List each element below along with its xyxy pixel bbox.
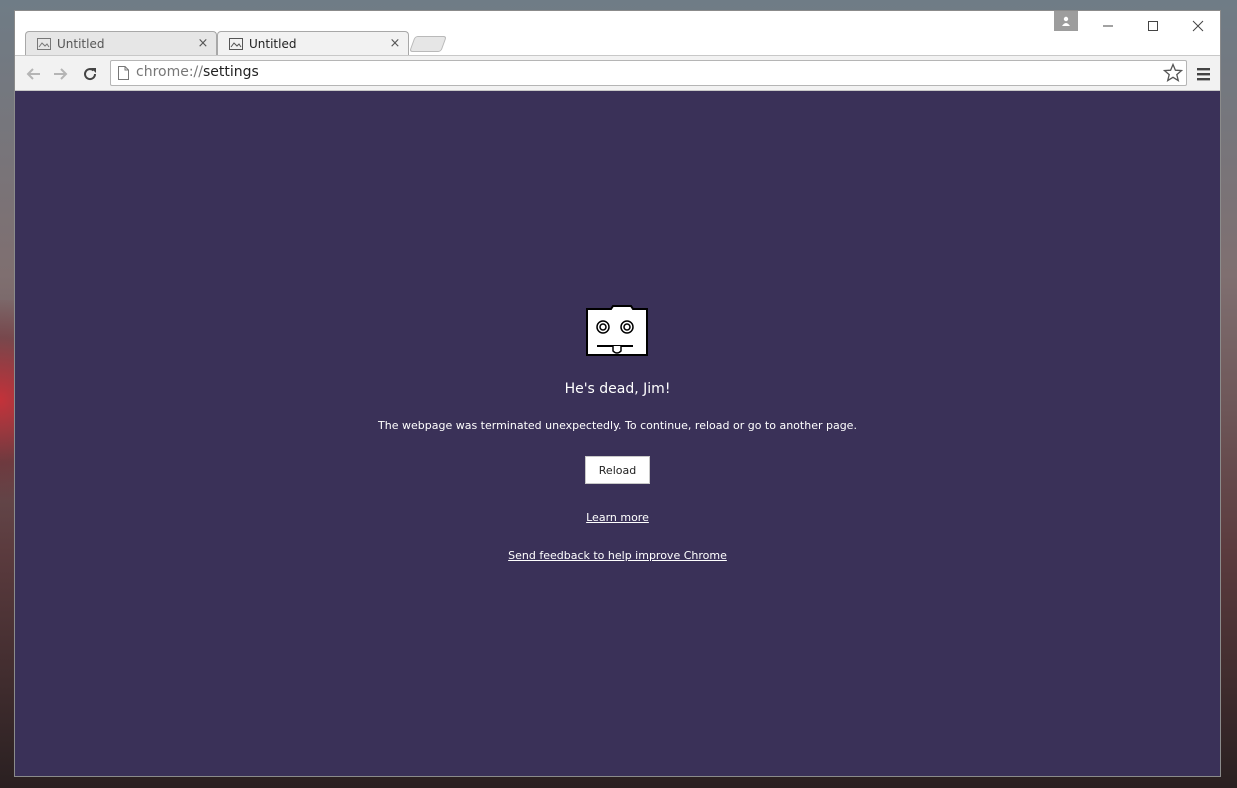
reload-button[interactable] (79, 63, 101, 85)
reload-icon (84, 68, 97, 81)
new-tab-button[interactable] (409, 36, 447, 52)
image-favicon-icon (229, 37, 243, 50)
browser-toolbar: chrome://settings (15, 55, 1220, 91)
learn-more-link[interactable]: Learn more (586, 511, 649, 524)
person-icon (1062, 16, 1070, 26)
maximize-button[interactable] (1130, 13, 1176, 39)
star-icon[interactable] (1163, 63, 1183, 83)
browser-window: Untitled × Untitled × chrome://settings … (14, 10, 1221, 777)
close-icon (1192, 20, 1204, 32)
url-host: settings (203, 64, 259, 80)
crash-page: He's dead, Jim! The webpage was terminat… (15, 91, 1220, 776)
profile-avatar-icon[interactable] (1054, 11, 1078, 31)
minimize-button[interactable] (1085, 13, 1131, 39)
dead-face-icon (586, 305, 648, 356)
title-bar: Untitled × Untitled × (15, 11, 1220, 55)
tab-untitled-2[interactable]: Untitled × (217, 31, 409, 55)
feedback-link-row: Send feedback to help improve Chrome (15, 549, 1220, 562)
hamburger-menu-icon[interactable] (1195, 65, 1213, 83)
image-favicon-icon (37, 37, 51, 50)
crash-message: The webpage was terminated unexpectedly.… (378, 419, 857, 432)
tab-label: Untitled (57, 36, 105, 51)
close-window-button[interactable] (1175, 13, 1220, 39)
minimize-icon (1103, 25, 1113, 27)
tab-close-icon[interactable]: × (388, 36, 402, 51)
page-icon (118, 66, 129, 80)
crash-title: He's dead, Jim! (564, 381, 671, 397)
tab-close-icon[interactable]: × (196, 36, 210, 51)
url-text[interactable]: chrome://settings (136, 64, 259, 80)
reload-page-button[interactable]: Reload (585, 456, 650, 484)
send-feedback-link[interactable]: Send feedback to help improve Chrome (508, 549, 727, 562)
forward-button[interactable] (50, 63, 72, 85)
learn-more-link-row: Learn more (15, 511, 1220, 524)
back-arrow-icon (26, 68, 40, 80)
maximize-icon (1148, 21, 1158, 31)
url-scheme: chrome:// (136, 64, 203, 80)
tab-label: Untitled (249, 36, 297, 51)
address-bar[interactable]: chrome://settings (110, 60, 1187, 86)
tab-untitled-1[interactable]: Untitled × (25, 31, 217, 55)
forward-arrow-icon (54, 68, 68, 80)
back-button[interactable] (22, 63, 44, 85)
